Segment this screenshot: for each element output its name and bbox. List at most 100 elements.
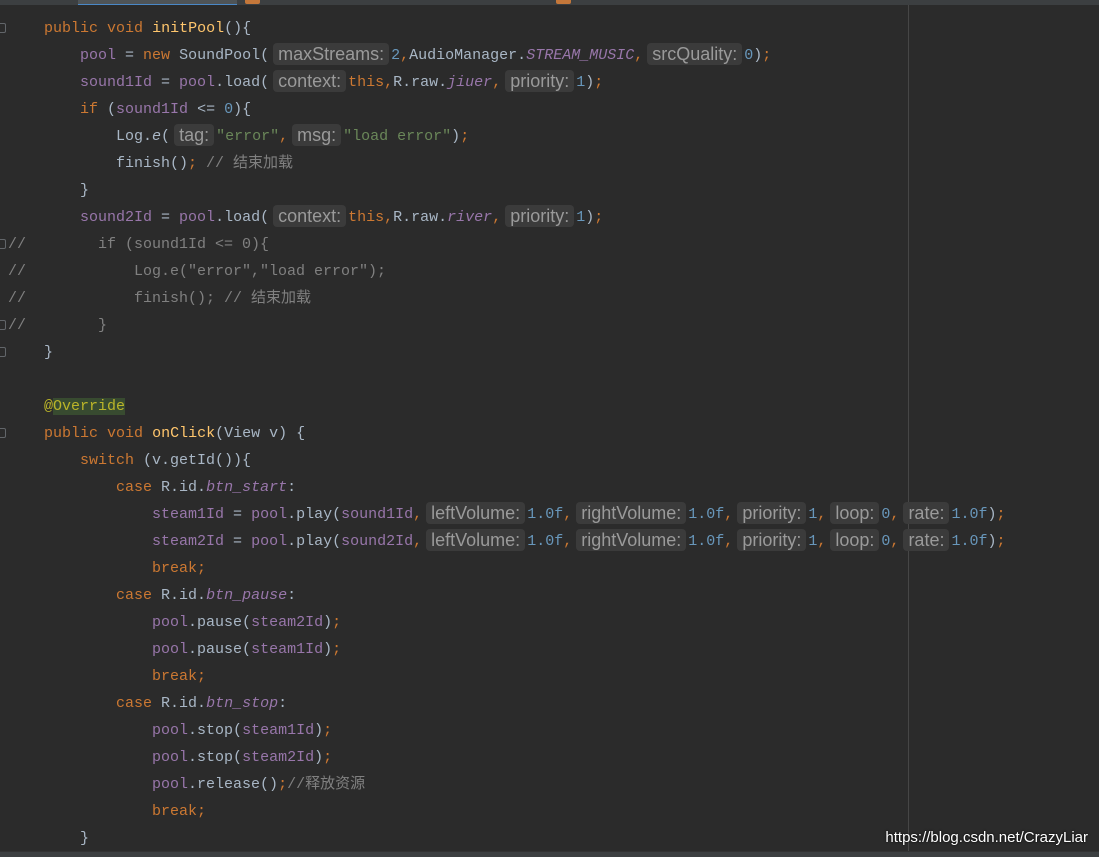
code-line[interactable]: pool.stop(steam1Id); — [8, 717, 1006, 744]
code-text: ) — [451, 128, 461, 145]
code-line[interactable]: // if (sound1Id <= 0){ — [8, 231, 1006, 258]
java-file-icon — [556, 0, 571, 4]
punctuation: , — [279, 128, 289, 145]
method-name: initPool — [152, 20, 225, 37]
field-name: steam2Id — [152, 533, 225, 550]
code-line[interactable]: break; — [8, 798, 1006, 825]
code-text: : — [287, 479, 297, 496]
comment: // } — [8, 317, 108, 334]
string-literal: "error" — [216, 128, 280, 145]
code-text: } — [8, 344, 54, 361]
keyword: break — [152, 560, 198, 577]
keyword: switch — [80, 452, 135, 469]
string-literal: "load error" — [343, 128, 452, 145]
code-line[interactable]: pool.stop(steam2Id); — [8, 744, 1006, 771]
punctuation: , — [384, 209, 394, 226]
keyword: case — [116, 695, 153, 712]
code-line[interactable]: } — [8, 825, 1006, 852]
keyword: this — [348, 74, 385, 91]
code-line[interactable]: sound1Id = pool.load(context: this,R.raw.… — [8, 69, 1006, 96]
punctuation: ; — [197, 560, 207, 577]
code-line[interactable]: // Log.e("error","load error"); — [8, 258, 1006, 285]
code-line[interactable]: pool.pause(steam1Id); — [8, 636, 1006, 663]
code-text: .pause( — [188, 641, 252, 658]
field-name: steam2Id — [242, 749, 315, 766]
fold-icon[interactable] — [0, 320, 6, 330]
code-line[interactable]: case R.id.btn_stop: — [8, 690, 1006, 717]
code-line[interactable]: if (sound1Id <= 0){ — [8, 96, 1006, 123]
code-text: .play( — [287, 506, 342, 523]
code-text: .pause( — [188, 614, 252, 631]
code-line[interactable]: break; — [8, 663, 1006, 690]
code-text: ( — [161, 128, 171, 145]
code-line[interactable]: case R.id.btn_start: — [8, 474, 1006, 501]
code-line[interactable]: steam2Id = pool.play(sound2Id, leftVolume… — [8, 528, 1006, 555]
code-line[interactable]: pool = new SoundPool(maxStreams: 2,AudioM… — [8, 42, 1006, 69]
comment: // 结束加载 — [197, 155, 294, 172]
static-field: btn_stop — [206, 695, 279, 712]
comment: // if (sound1Id <= 0){ — [8, 236, 270, 253]
parameter-hint: rightVolume: — [576, 529, 687, 552]
code-line[interactable]: finish(); // 结束加载 — [8, 150, 1006, 177]
number-literal: 1 — [576, 209, 586, 226]
code-editor[interactable]: public void initPool(){ pool = new Sound… — [8, 15, 1006, 852]
status-bar-edge — [0, 851, 1099, 857]
fold-icon[interactable] — [0, 428, 6, 438]
editor-tab-active[interactable] — [78, 0, 237, 5]
code-text: ) — [585, 209, 595, 226]
annotation: Override — [53, 398, 126, 415]
field-name: sound2Id — [80, 209, 153, 226]
code-line[interactable]: sound2Id = pool.load(context: this,R.raw.… — [8, 204, 1006, 231]
parameter-hint: loop: — [830, 502, 880, 525]
code-line[interactable]: } — [8, 339, 1006, 366]
code-line[interactable] — [8, 366, 1006, 393]
code-text: SoundPool( — [170, 47, 270, 64]
punctuation: ; — [188, 155, 198, 172]
field-name: sound1Id — [116, 101, 189, 118]
punctuation: , — [492, 209, 502, 226]
code-line[interactable]: pool.release();//释放资源 — [8, 771, 1006, 798]
code-line[interactable]: steam1Id = pool.play(sound1Id, leftVolume… — [8, 501, 1006, 528]
punctuation: ; — [594, 209, 604, 226]
punctuation: , — [724, 506, 734, 523]
punctuation: , — [634, 47, 644, 64]
code-line[interactable]: Log.e(tag: "error", msg: "load error"); — [8, 123, 1006, 150]
field-name: sound1Id — [80, 74, 153, 91]
code-text: } — [8, 182, 90, 199]
parameter-hint: maxStreams: — [273, 43, 390, 66]
punctuation: , — [890, 533, 900, 550]
code-line[interactable]: } — [8, 177, 1006, 204]
code-line[interactable]: public void initPool(){ — [8, 15, 1006, 42]
code-line[interactable]: switch (v.getId()){ — [8, 447, 1006, 474]
code-line[interactable]: case R.id.btn_pause: — [8, 582, 1006, 609]
code-text: ) — [987, 533, 997, 550]
fold-icon[interactable] — [0, 347, 6, 357]
code-line[interactable]: // } — [8, 312, 1006, 339]
code-line[interactable]: @Override — [8, 393, 1006, 420]
code-line[interactable]: pool.pause(steam2Id); — [8, 609, 1006, 636]
punctuation: ; — [197, 803, 207, 820]
static-field: btn_pause — [206, 587, 288, 604]
watermark-url: https://blog.csdn.net/CrazyLiar — [885, 829, 1088, 846]
punctuation: ; — [278, 776, 288, 793]
code-text: R.id. — [152, 587, 207, 604]
punctuation: ; — [996, 506, 1006, 523]
code-line[interactable]: public void onClick(View v) { — [8, 420, 1006, 447]
fold-icon[interactable] — [0, 23, 6, 33]
parameter-hint: priority: — [737, 529, 807, 552]
fold-icon[interactable] — [0, 239, 6, 249]
field-name: pool — [251, 506, 288, 523]
number-literal: 1.0f — [951, 506, 988, 523]
field-name: steam2Id — [251, 614, 324, 631]
code-line[interactable]: // finish(); // 结束加载 — [8, 285, 1006, 312]
code-line[interactable]: break; — [8, 555, 1006, 582]
field-name: steam1Id — [152, 506, 225, 523]
